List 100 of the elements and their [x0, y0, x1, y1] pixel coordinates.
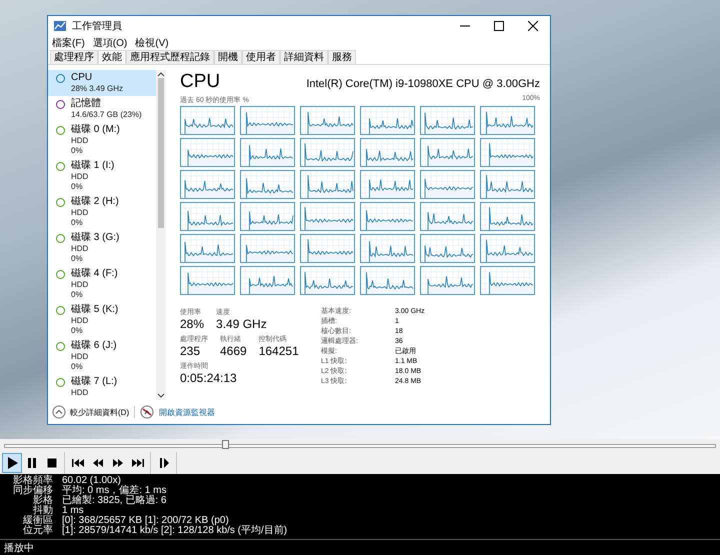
stat-value: 28% [180, 317, 204, 331]
cpu-usage-graph [480, 234, 535, 263]
resource-monitor-icon [140, 405, 154, 419]
stat-value: 164251 [258, 344, 299, 358]
cpu-usage-graph [420, 106, 475, 135]
window-title: 工作管理員 [72, 20, 122, 33]
stat-value: 0:05:24:13 [180, 371, 237, 385]
item-detail: 14.6/63.7 GB (23%) [71, 110, 142, 120]
stat-label: 位元率 [22, 526, 53, 536]
cpu-usage-graph [180, 170, 235, 199]
stat-label: 緩衝區 [22, 516, 53, 526]
item-detail: 0% [71, 254, 84, 264]
cpu-usage-graph [360, 266, 415, 295]
scroll-up-icon [156, 70, 166, 78]
cpu-usage-graph [180, 202, 235, 231]
status-text: 播放中 [4, 542, 34, 554]
cpu-usage-graph [480, 170, 535, 199]
sidebar-item[interactable]: 磁碟 4 (F:) HDD 0% [48, 266, 156, 302]
item-detail: 0% [71, 362, 84, 372]
cpu-usage-graph [300, 170, 355, 199]
item-detail: HDD [71, 316, 90, 326]
sidebar-item[interactable]: 磁碟 5 (K:) HDD 0% [48, 302, 156, 338]
item-detail: HDD [71, 136, 90, 146]
item-name: 磁碟 2 (H:) [71, 196, 119, 208]
item-name: 磁碟 7 (L:) [71, 376, 118, 388]
item-name: 磁碟 3 (G:) [71, 232, 120, 244]
item-detail: HDD [71, 280, 90, 290]
item-detail: 0% [71, 326, 84, 336]
scrollbar[interactable] [156, 70, 166, 400]
cpu-usage-graph [240, 170, 295, 199]
stat-value: 平均: 0 ms，偏差: 1 ms [62, 486, 168, 496]
maximize-icon [494, 21, 504, 31]
cpu-usage-graph [480, 266, 535, 295]
stat-value: 235 [180, 344, 202, 358]
cpu-usage-graph [360, 234, 415, 263]
app-icon [53, 20, 67, 32]
item-name: 磁碟 4 (F:) [71, 268, 118, 280]
cpu-model: Intel(R) Core(TM) i9-10980XE CPU @ 3.00GHz [306, 78, 540, 90]
tab[interactable]: 詳細資料 [280, 50, 328, 64]
cpu-usage-graph [180, 234, 235, 263]
stat-label: 影格 [32, 496, 53, 506]
sidebar-item[interactable]: 磁碟 7 (L:) HDD [48, 374, 156, 400]
cpu-usage-graph [180, 138, 235, 167]
tab[interactable]: 處理程序 [50, 50, 98, 64]
item-detail: 0% [71, 218, 84, 228]
item-detail: HDD [71, 388, 90, 398]
sidebar-item[interactable]: 磁碟 2 (H:) HDD 0% [48, 194, 156, 230]
resource-monitor-link[interactable]: 開啟資源監視器 [159, 406, 216, 418]
stat-value: 1 ms [62, 506, 84, 516]
cpu-usage-graph [480, 138, 535, 167]
fewer-details-button[interactable]: 較少詳細資料(D) [52, 405, 130, 419]
cpu-usage-graph [480, 202, 535, 231]
item-name: 磁碟 6 (J:) [71, 340, 117, 352]
cpu-usage-graph [240, 266, 295, 295]
tab[interactable]: 應用程式歷程記錄 [126, 50, 214, 64]
cpu-usage-graph [240, 106, 295, 135]
cpu-usage-graph [300, 234, 355, 263]
cpu-usage-graph [420, 202, 475, 231]
menu-item[interactable]: 檢視(V) [135, 36, 169, 50]
cpu-usage-graph [480, 106, 535, 135]
stat-value: 60.02 (1.00x) [62, 476, 121, 486]
cpu-usage-graph [240, 202, 295, 231]
cpu-usage-graph [240, 138, 295, 167]
sidebar-item[interactable]: 記憶體 14.6/63.7 GB (23%) [48, 96, 156, 122]
cpu-usage-graph [300, 138, 355, 167]
item-detail: HDD [71, 244, 90, 254]
sidebar-item[interactable]: 磁碟 0 (M:) HDD 0% [48, 122, 156, 158]
item-name: CPU [71, 72, 94, 84]
stat-label: 同步偏移 [12, 486, 53, 496]
item-name: 記憶體 [71, 98, 102, 110]
chevron-up-icon [52, 405, 66, 419]
sidebar-item[interactable]: CPU 28% 3.49 GHz [48, 70, 156, 96]
cpu-usage-graph [420, 266, 475, 295]
tab[interactable]: 開機 [214, 50, 242, 64]
cpu-usage-graph [240, 234, 295, 263]
stat-value: [1]: 28579/14741 kb/s [2]: 128/128 kb/s (平均/目前) [62, 526, 288, 536]
stat-value: 已繪製: 3825, 已略過: 6 [62, 496, 168, 506]
cpu-usage-graph [300, 106, 355, 135]
item-name: 磁碟 0 (M:) [71, 124, 120, 136]
stat-label: 抖動 [33, 506, 53, 516]
tab[interactable]: 服務 [328, 50, 356, 64]
cpu-usage-graph [360, 202, 415, 231]
menu-item[interactable]: 選項(O) [92, 36, 128, 50]
sidebar-item[interactable]: 磁碟 3 (G:) HDD 0% [48, 230, 156, 266]
cpu-usage-graph [180, 266, 235, 295]
menu-item[interactable]: 檔案(F) [52, 36, 85, 50]
seek-thumb[interactable] [222, 440, 230, 448]
play-button[interactable] [2, 453, 22, 473]
close-icon [528, 21, 538, 31]
cpu-usage-graph [420, 170, 475, 199]
cpu-usage-graph [300, 202, 355, 231]
cpu-usage-graph [300, 266, 355, 295]
item-detail: 0% [71, 290, 84, 300]
sidebar-item[interactable]: 磁碟 1 (I:) HDD 0% [48, 158, 156, 194]
item-name: 磁碟 5 (K:) [71, 304, 118, 316]
sidebar-item[interactable]: 磁碟 6 (J:) HDD 0% [48, 338, 156, 374]
tab[interactable]: 效能 [98, 50, 126, 64]
tab[interactable]: 使用者 [242, 50, 280, 64]
cpu-usage-graph [180, 106, 235, 135]
cpu-usage-graph [420, 234, 475, 263]
